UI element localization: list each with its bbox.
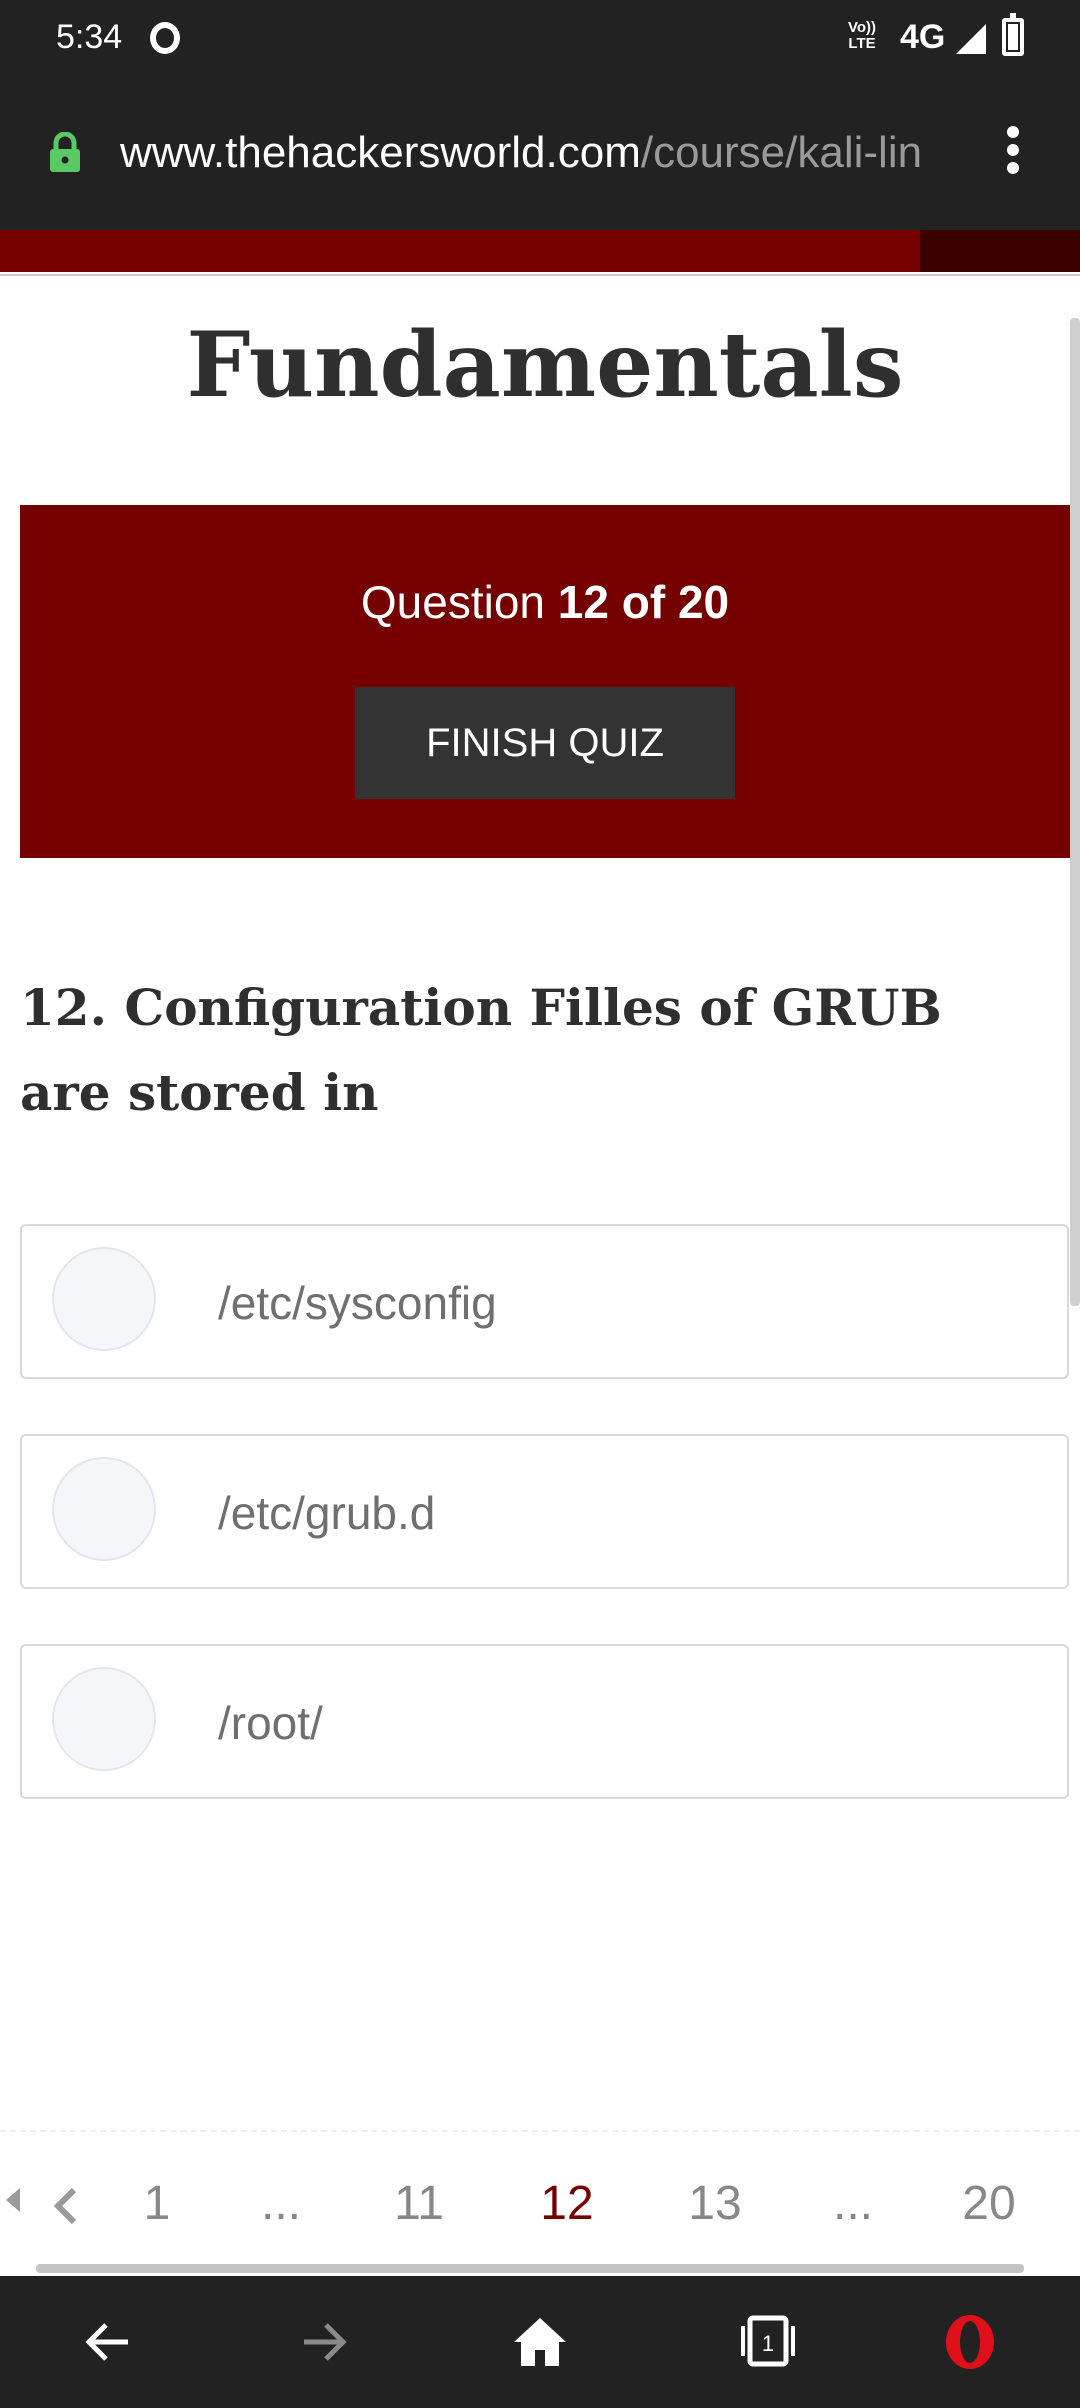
page-title: Fundamentals xyxy=(186,312,904,418)
pagination-divider xyxy=(0,2130,1080,2132)
site-header xyxy=(0,230,1080,272)
radio-button[interactable] xyxy=(52,1457,156,1561)
url-path: /course/kali-lin xyxy=(640,128,923,177)
radio-button[interactable] xyxy=(52,1247,156,1351)
forward-arrow-icon[interactable] xyxy=(294,2312,354,2372)
scroll-left-icon[interactable] xyxy=(6,2188,20,2212)
browser-bottom-nav: 1 xyxy=(0,2276,1080,2408)
url-bar[interactable]: www.thehackersworld.com/course/kali-lin xyxy=(0,78,1080,230)
chevron-left-icon[interactable] xyxy=(48,2186,84,2226)
volte-icon: Vo)) LTE xyxy=(848,20,876,52)
url-domain: www.thehackersworld.com xyxy=(120,128,641,177)
pagination: 1 ... 11 12 13 ... 20 xyxy=(0,2170,1080,2250)
url-text[interactable]: www.thehackersworld.com/course/kali-lin xyxy=(120,128,960,178)
page-link-20[interactable]: 20 xyxy=(944,2176,1034,2231)
opera-menu-icon[interactable] xyxy=(940,2312,1000,2372)
answer-option-label: /etc/sysconfig xyxy=(218,1277,497,1329)
lock-icon xyxy=(50,132,80,172)
page-scrollbar[interactable] xyxy=(1070,318,1080,1306)
answer-option-label: /etc/grub.d xyxy=(218,1487,436,1539)
question-counter-value: 12 of 20 xyxy=(557,576,730,628)
answer-option-2[interactable]: /etc/grub.d xyxy=(20,1434,1069,1589)
signal-icon xyxy=(956,24,986,54)
site-header-accent xyxy=(920,230,1080,272)
volte-text-2: LTE xyxy=(848,35,876,52)
answer-option-1[interactable]: /etc/sysconfig xyxy=(20,1224,1069,1379)
page-link-11[interactable]: 11 xyxy=(374,2176,464,2231)
volte-text-1: Vo)) xyxy=(848,19,877,36)
battery-icon xyxy=(1002,13,1024,56)
horizontal-scrollbar[interactable] xyxy=(36,2264,1024,2273)
radio-button[interactable] xyxy=(52,1667,156,1771)
answer-option-3[interactable]: /root/ xyxy=(20,1644,1069,1799)
home-icon[interactable] xyxy=(510,2312,570,2372)
question-counter-prefix: Question xyxy=(360,576,558,628)
finish-quiz-button[interactable]: FINISH QUIZ xyxy=(355,687,735,799)
network-type: 4G xyxy=(900,18,946,56)
page-link-1[interactable]: 1 xyxy=(112,2176,202,2231)
header-divider xyxy=(0,274,1080,276)
back-arrow-icon[interactable] xyxy=(78,2312,138,2372)
status-time: 5:34 xyxy=(56,18,123,56)
opera-notification-icon xyxy=(150,22,180,54)
quiz-banner: Question 12 of 20 FINISH QUIZ xyxy=(20,505,1070,858)
page-link-12-current[interactable]: 12 xyxy=(522,2176,612,2231)
more-options-icon[interactable] xyxy=(998,122,1028,182)
page-link-13[interactable]: 13 xyxy=(670,2176,760,2231)
page-ellipsis: ... xyxy=(260,2177,301,2230)
status-bar: 5:34 Vo)) LTE 4G xyxy=(0,0,1080,78)
answer-option-label: /root/ xyxy=(218,1697,323,1749)
question-text: 12. Configuration Filles of GRUB are sto… xyxy=(20,978,942,1122)
tabs-icon[interactable]: 1 xyxy=(740,2312,796,2370)
question-counter: Question 12 of 20 xyxy=(20,575,1070,629)
tab-count: 1 xyxy=(762,2331,774,2356)
page-ellipsis: ... xyxy=(832,2177,873,2230)
